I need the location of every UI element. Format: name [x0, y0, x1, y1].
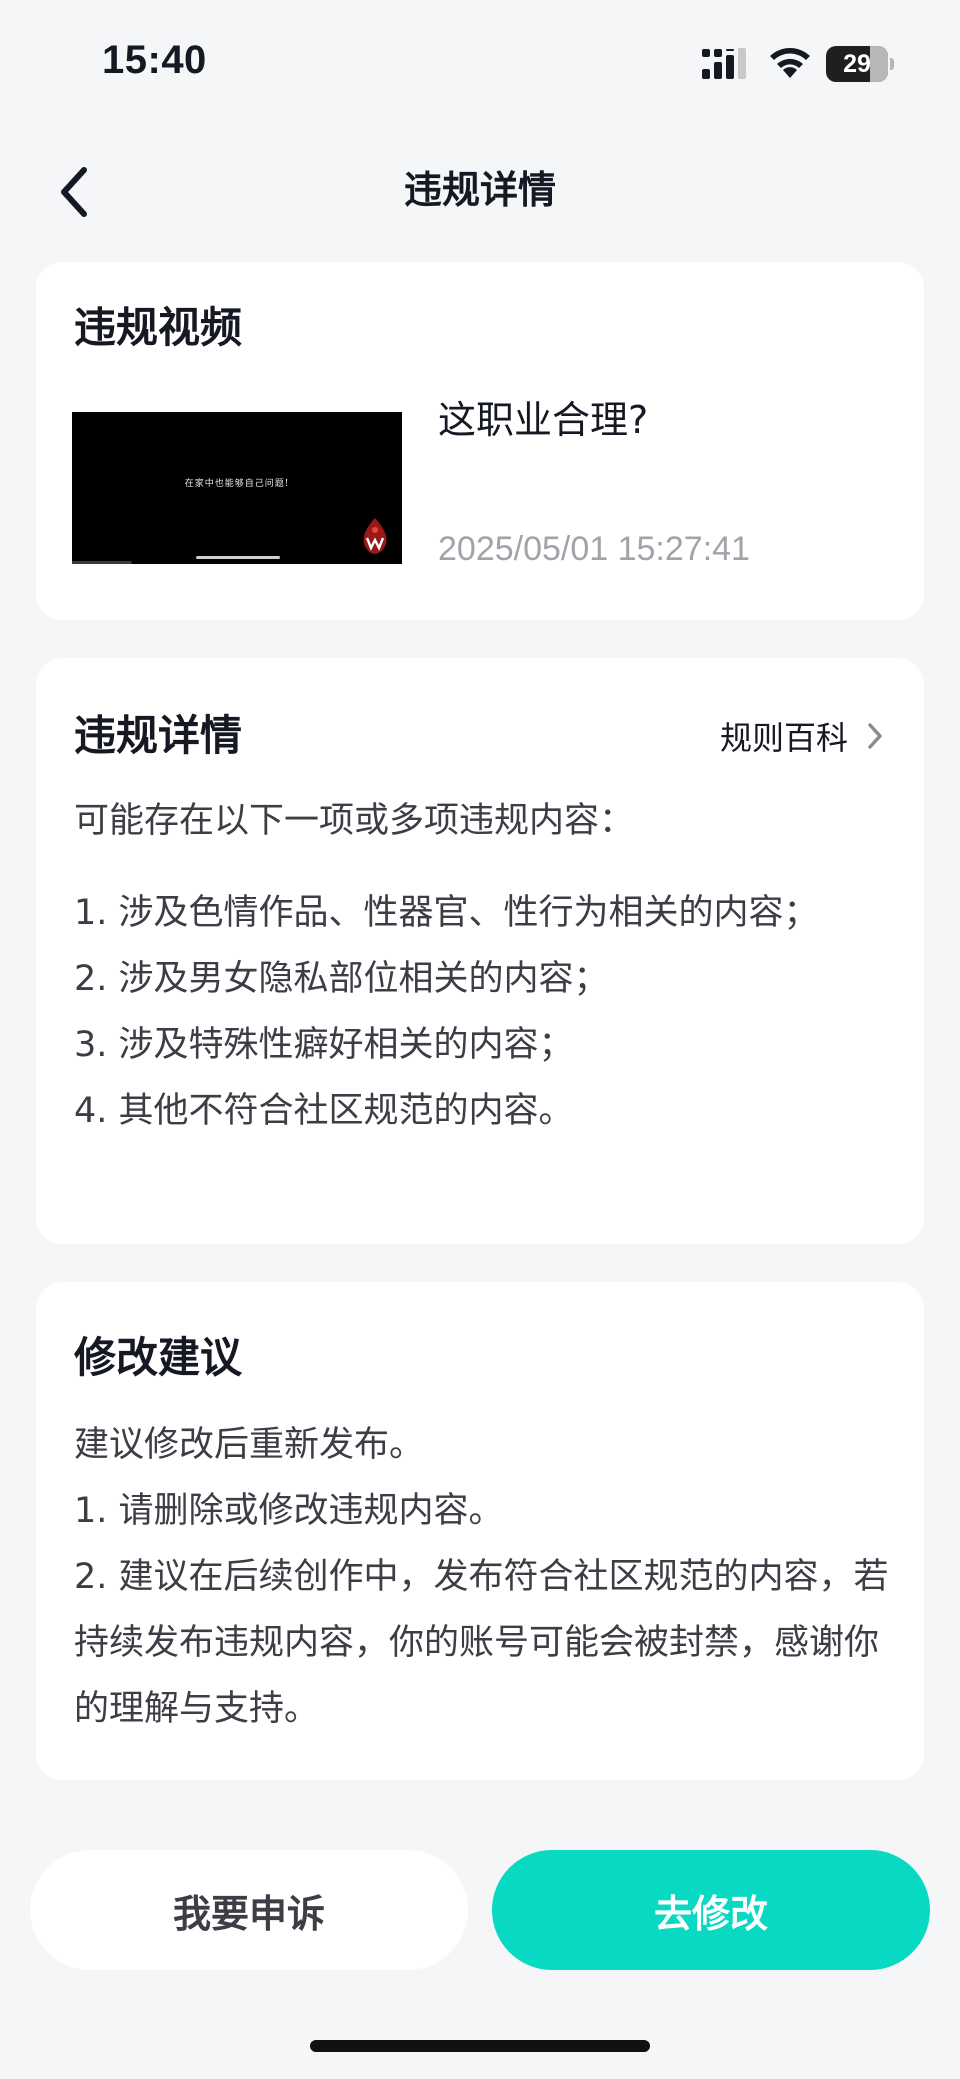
page-title: 违规详情	[403, 168, 556, 212]
wifi-icon	[770, 48, 810, 78]
violation-detail-card: 违规详情 规则百科 可能存在以下一项或多项违规内容： 1. 涉及色情作品、性器官…	[36, 658, 924, 1244]
home-indicator	[310, 2040, 650, 2052]
list-item: 建议修改后重新发布。	[74, 1425, 425, 1465]
video-card-heading: 违规视频	[74, 303, 243, 352]
chevron-right-icon	[868, 723, 882, 749]
list-item: 1. 请删除或修改违规内容。	[74, 1491, 504, 1531]
edit-suggestion-card: 修改建议 建议修改后重新发布。 1. 请删除或修改违规内容。 2. 建议在后续创…	[36, 1282, 924, 1780]
appeal-button[interactable]: 我要申诉	[30, 1850, 468, 1970]
video-timestamp: 2025/05/01 15:27:41	[438, 530, 750, 568]
battery-icon: 29	[826, 46, 894, 82]
thumbnail-emblem-icon	[363, 518, 387, 554]
cellular-signal-icon	[702, 48, 746, 79]
violation-video-card: 违规视频 在家中也能够自己问题! 这职业合理? 2025/05/01 15:27…	[36, 262, 924, 620]
bottom-action-bar: 我要申诉 去修改	[0, 1850, 960, 1974]
edit-button[interactable]: 去修改	[492, 1850, 930, 1970]
suggestion-list: 建议修改后重新发布。 1. 请删除或修改违规内容。 2. 建议在后续创作中，发布…	[74, 1412, 894, 1742]
list-item: 4. 其他不符合社区规范的内容。	[74, 1091, 574, 1131]
list-item: 1. 涉及色情作品、性器官、性行为相关的内容；	[74, 893, 819, 933]
status-time: 15:40	[102, 38, 207, 82]
list-item: 3. 涉及特殊性癖好相关的内容；	[74, 1025, 574, 1065]
video-title: 这职业合理?	[438, 398, 649, 442]
rules-encyclopedia-link[interactable]: 规则百科	[720, 706, 884, 766]
suggest-card-heading: 修改建议	[74, 1333, 243, 1382]
detail-card-heading: 违规详情	[74, 711, 243, 760]
thumbnail-progress-bar	[196, 556, 280, 559]
detail-intro: 可能存在以下一项或多项违规内容：	[74, 801, 635, 841]
status-bar: 15:40 29	[0, 0, 960, 120]
video-thumbnail[interactable]: 在家中也能够自己问题!	[72, 412, 402, 564]
violation-list: 1. 涉及色情作品、性器官、性行为相关的内容； 2. 涉及男女隐私部位相关的内容…	[74, 880, 894, 1144]
nav-bar: 违规详情	[0, 140, 960, 240]
list-item: 2. 涉及男女隐私部位相关的内容；	[74, 959, 609, 999]
list-item: 2. 建议在后续创作中，发布符合社区规范的内容，若持续发布违规内容，你的账号可能…	[74, 1557, 889, 1729]
battery-level: 29	[843, 50, 871, 78]
rules-link-label: 规则百科	[719, 719, 848, 757]
thumbnail-caption: 在家中也能够自己问题!	[184, 479, 290, 489]
